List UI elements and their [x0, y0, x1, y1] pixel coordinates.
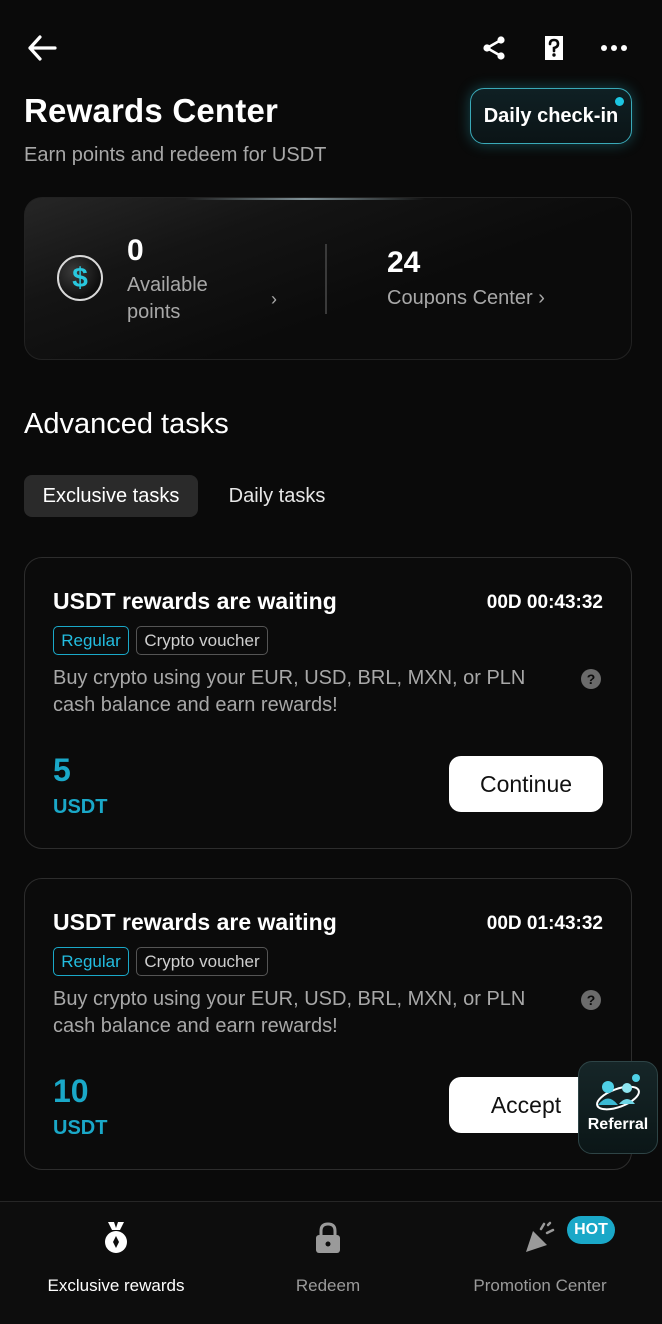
task-timer: 00D 00:43:32: [486, 592, 603, 613]
chevron-right-icon[interactable]: ›: [271, 289, 277, 310]
daily-checkin-label: Daily check-in: [483, 104, 619, 127]
tag-crypto-voucher: Crypto voucher: [136, 947, 268, 976]
points-card: $ 0 Available points › 24 Coupons Center…: [24, 197, 632, 360]
divider: [325, 244, 327, 314]
task-description: Buy crypto using your EUR, USD, BRL, MXN…: [53, 667, 526, 716]
nav-exclusive-rewards[interactable]: Exclusive rewards: [6, 1202, 226, 1324]
tab-exclusive-tasks[interactable]: Exclusive tasks: [24, 475, 198, 517]
medal-icon: [98, 1218, 134, 1258]
coin-icon: $: [57, 255, 103, 301]
task-title: USDT rewards are waiting: [53, 588, 337, 614]
referral-icon: [596, 1074, 640, 1111]
task-title: USDT rewards are waiting: [53, 909, 337, 935]
reward-amount: 10: [53, 1073, 89, 1109]
tag-regular: Regular: [53, 947, 129, 976]
referral-floating-button[interactable]: Referral: [578, 1061, 658, 1154]
more-icon[interactable]: [594, 28, 634, 68]
question-mark-icon[interactable]: ?: [581, 990, 601, 1010]
hot-badge: HOT: [567, 1216, 615, 1244]
task-card: USDT rewards are waiting 00D 01:43:32 Re…: [24, 878, 632, 1170]
task-card: USDT rewards are waiting 00D 00:43:32 Re…: [24, 557, 632, 849]
nav-label: Exclusive rewards: [47, 1276, 185, 1295]
task-timer: 00D 01:43:32: [486, 913, 603, 934]
lock-icon: [310, 1218, 346, 1258]
available-points-label[interactable]: Available points: [127, 272, 237, 326]
top-bar: [0, 0, 662, 96]
reward-unit: USDT: [53, 796, 108, 818]
available-points-value[interactable]: 0: [127, 234, 144, 268]
referral-label: Referral: [587, 1116, 649, 1133]
page-subtitle: Earn points and redeem for USDT: [24, 144, 327, 166]
nav-redeem[interactable]: Redeem: [218, 1202, 438, 1324]
share-icon[interactable]: [474, 28, 514, 68]
notification-dot: [615, 97, 624, 106]
tab-daily-tasks[interactable]: Daily tasks: [216, 475, 338, 517]
party-popper-icon: [522, 1218, 558, 1258]
bottom-nav: Exclusive rewards Redeem Promotion Cente…: [0, 1201, 662, 1324]
nav-label: Redeem: [295, 1276, 361, 1295]
nav-label: Promotion Center: [473, 1276, 607, 1295]
reward-amount: 5: [53, 752, 71, 788]
back-arrow-icon[interactable]: [22, 28, 62, 68]
task-description: Buy crypto using your EUR, USD, BRL, MXN…: [53, 988, 526, 1037]
coupons-center-link[interactable]: Coupons Center ›: [387, 287, 545, 310]
nav-promotion-center[interactable]: Promotion Center HOT: [430, 1202, 650, 1324]
help-icon[interactable]: [534, 28, 574, 68]
coupons-value[interactable]: 24: [387, 246, 420, 280]
daily-checkin-button[interactable]: Daily check-in: [470, 88, 632, 144]
reward-unit: USDT: [53, 1117, 108, 1139]
page-title: Rewards Center: [24, 92, 279, 129]
tag-regular: Regular: [53, 626, 129, 655]
tag-crypto-voucher: Crypto voucher: [136, 626, 268, 655]
chevron-right-icon: ›: [538, 287, 545, 309]
continue-button[interactable]: Continue: [449, 756, 603, 812]
section-title: Advanced tasks: [24, 408, 229, 440]
question-mark-icon[interactable]: ?: [581, 669, 601, 689]
